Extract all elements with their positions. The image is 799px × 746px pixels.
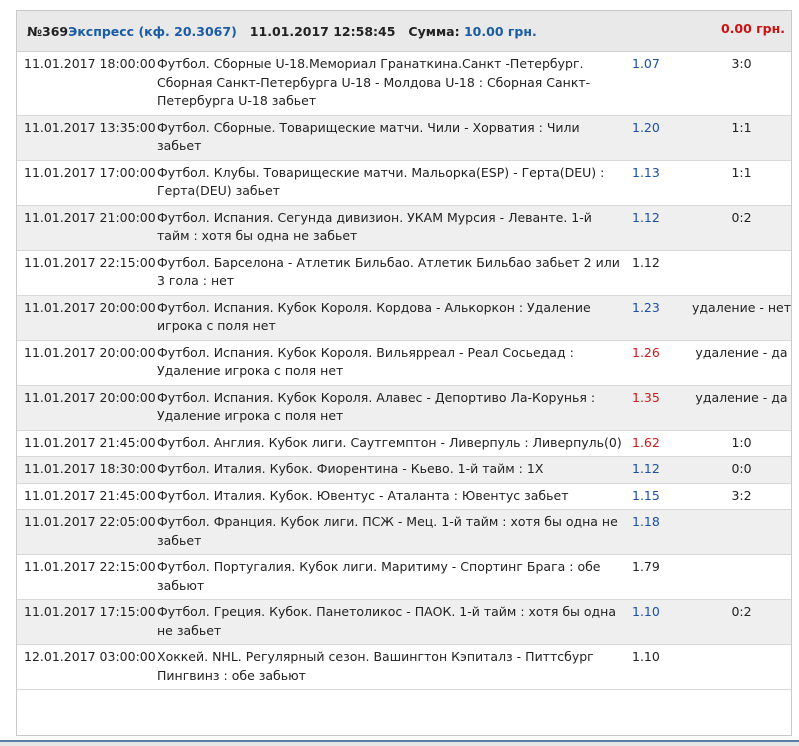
bet-event-cell: Хоккей. NHL. Регулярный сезон. Вашингтон… [157,649,594,683]
bet-datetime-cell: 11.01.2017 17:15:00 [24,604,156,619]
bet-events-table: 11.01.2017 18:00:00 Футбол. Сборные U-18.… [17,52,791,690]
bet-result-cell: 1:1 [731,119,752,135]
bet-datetime-cell: 11.01.2017 22:15:00 [24,559,156,574]
bet-row: 11.01.2017 13:35:00 Футбол. Сборные. Това… [17,115,791,160]
bet-coef-cell: 1.12 [632,209,660,225]
bet-datetime-cell: 11.01.2017 17:00:00 [24,164,156,180]
bet-event-cell: Футбол. Греция. Кубок. Панетоликос - ПАО… [157,604,617,638]
bet-datetime-cell: 11.01.2017 20:00:00 [24,344,156,360]
bet-coef-cell: 1.10 [632,604,660,619]
bet-result-cell: 1:1 [731,164,752,180]
bet-event-cell: Футбол. Португалия. Кубок лиги. Маритиму… [157,559,601,593]
bet-result-cell [692,510,791,555]
bet-coef-cell: 1.13 [632,164,660,180]
bet-datetime-cell: 11.01.2017 20:00:00 [24,299,156,315]
bet-sum-value: 10.00 грн. [463,23,537,39]
bet-event-cell: Футбол. Барселона - Атлетик Бильбао. Атл… [157,254,620,289]
bet-result-cell: удаление - да [695,344,788,360]
bet-row: 11.01.2017 22:15:00 Футбол. Португалия. К… [17,555,791,600]
bottom-divider [0,740,799,746]
bet-row: 11.01.2017 20:00:00 Футбол. Испания. Кубо… [17,340,791,385]
bet-row: 11.01.2017 17:15:00 Футбол. Греция. Кубок… [17,599,791,645]
bet-datetime-cell: 11.01.2017 21:45:00 [24,487,156,503]
bet-row: 11.01.2017 20:00:00 Футбол. Испания. Кубо… [17,385,791,430]
bet-coef-cell: 1.26 [632,344,660,360]
bet-header: №369 Экспресс (кф. 20.3067) 11.01.2017 1… [17,11,791,52]
bet-datetime-cell: 11.01.2017 21:45:00 [24,434,156,450]
bet-row: 11.01.2017 21:00:00 Футбол. Испания. Сегу… [17,205,791,250]
bet-result-cell: удаление - нет [692,299,791,315]
bet-coef-cell: 1.62 [632,434,660,450]
bet-row: 11.01.2017 22:15:00 Футбол. Барселона - А… [17,250,791,295]
bet-coef-cell: 1.35 [632,389,660,405]
bet-coef-cell: 1.20 [632,119,660,135]
bet-event-cell: Футбол. Италия. Кубок. Ювентус - Аталант… [157,487,569,503]
bet-coef-cell: 1.07 [632,56,660,71]
bet-coef-cell: 1.10 [632,649,660,664]
bet-datetime-cell: 11.01.2017 22:05:00 [24,514,156,529]
bet-coef-cell: 1.18 [632,514,660,529]
bet-row: 11.01.2017 21:45:00 Футбол. Италия. Кубок… [17,483,791,510]
bet-total-payout: 0.00 грн. [720,20,785,36]
bet-datetime-cell: 11.01.2017 18:00:00 [24,56,156,71]
bet-event-cell: Футбол. Англия. Кубок лиги. Саутгемптон … [157,434,622,450]
bet-coef-cell: 1.79 [632,559,660,574]
bet-result-cell: 1:0 [731,434,752,450]
bet-result-cell [692,250,791,295]
bet-sum-label: Сумма: [408,23,460,39]
bet-number: №369 [27,23,69,39]
bet-coef-cell: 1.12 [632,461,660,476]
bet-datetime: 11.01.2017 12:58:45 [249,23,396,39]
bet-result-cell: 0:0 [731,461,752,476]
bet-result-cell: удаление - да [695,389,788,405]
bet-result-cell: 3:2 [731,487,752,503]
bet-event-cell: Футбол. Испания. Кубок Короля. Алавес - … [157,389,596,424]
bet-card: №369 Экспресс (кф. 20.3067) 11.01.2017 1… [16,10,792,736]
bet-result-cell: 0:2 [731,604,752,619]
bet-event-cell: Футбол. Испания. Кубок Короля. Кордова -… [157,299,591,334]
bet-event-cell: Футбол. Испания. Кубок Короля. Вильярреа… [157,344,574,379]
bet-datetime-cell: 11.01.2017 20:00:00 [24,389,156,405]
bet-row: 11.01.2017 18:00:00 Футбол. Сборные U-18.… [17,52,791,115]
bet-datetime-cell: 11.01.2017 18:30:00 [24,461,156,476]
bet-row: 12.01.2017 03:00:00 Хоккей. NHL. Регулярн… [17,645,791,690]
bet-datetime-cell: 12.01.2017 03:00:00 [24,649,156,664]
bet-row: 11.01.2017 18:30:00 Футбол. Италия. Кубок… [17,456,791,483]
bet-row: 11.01.2017 17:00:00 Футбол. Клубы. Товари… [17,160,791,205]
bet-row: 11.01.2017 21:45:00 Футбол. Англия. Кубок… [17,430,791,457]
bet-row: 11.01.2017 20:00:00 Футбол. Испания. Кубо… [17,295,791,340]
bet-event-cell: Футбол. Франция. Кубок лиги. ПСЖ - Мец. … [157,514,618,548]
bet-type-link[interactable]: Экспресс (кф. 20.3067) [68,24,237,39]
bet-event-cell: Футбол. Сборные U-18.Мемориал Гранаткина… [157,56,591,108]
bet-coef-cell: 1.15 [632,487,660,503]
bet-datetime-cell: 11.01.2017 13:35:00 [24,119,156,135]
bet-coef-cell: 1.12 [632,254,660,270]
bet-result-cell: 0:2 [731,209,752,225]
bet-event-cell: Футбол. Сборные. Товарищеские матчи. Чил… [157,119,580,154]
bet-event-cell: Футбол. Италия. Кубок. Фиорентина - Кьев… [157,461,544,476]
bet-result-cell: 3:0 [731,56,752,71]
bet-datetime-cell: 11.01.2017 22:15:00 [24,254,156,270]
bet-coef-cell: 1.23 [632,299,660,315]
bet-result-cell [692,555,791,600]
bet-result-cell [692,645,791,690]
bet-datetime-cell: 11.01.2017 21:00:00 [24,209,156,225]
bet-row: 11.01.2017 22:05:00 Футбол. Франция. Кубо… [17,509,791,555]
bet-event-cell: Футбол. Клубы. Товарищеские матчи. Мальо… [157,164,605,199]
bet-event-cell: Футбол. Испания. Сегунда дивизион. УКАМ … [157,209,592,244]
